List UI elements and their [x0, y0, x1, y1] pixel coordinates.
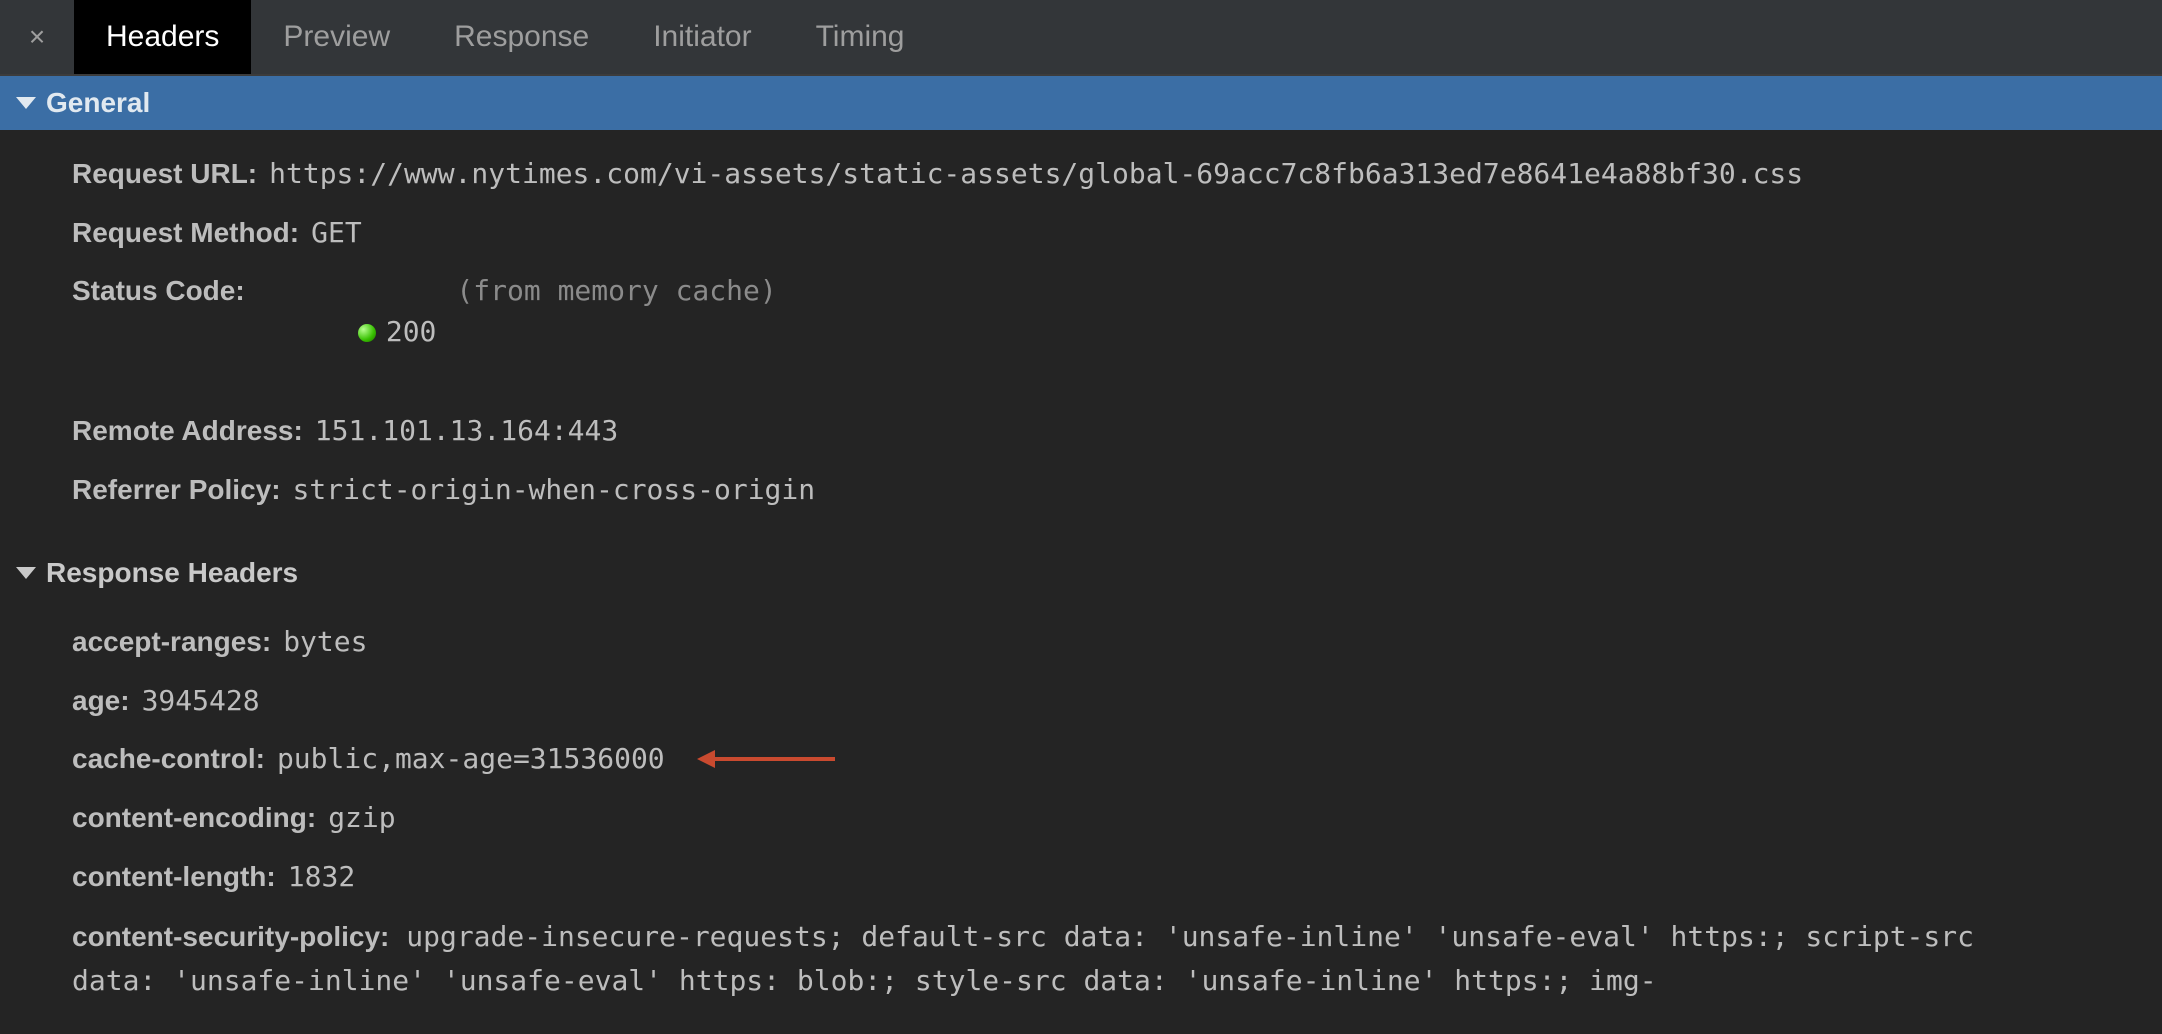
row-request-method: Request Method: GET	[72, 213, 2162, 254]
row-remote-address: Remote Address: 151.101.13.164:443	[72, 411, 2162, 452]
tab-label: Headers	[106, 20, 219, 54]
field-value: bytes	[283, 622, 367, 663]
row-cache-control: cache-control: public,max-age=31536000	[72, 739, 2162, 780]
arrow-left-icon	[697, 750, 835, 768]
status-dot-icon	[358, 324, 376, 342]
field-value: 200	[257, 271, 437, 393]
row-status-code: Status Code: 200 (from memory cache)	[72, 271, 2162, 393]
field-value: gzip	[328, 798, 395, 839]
tab-bar: × Headers Preview Response Initiator Tim…	[0, 0, 2162, 76]
field-value: 1832	[288, 857, 355, 898]
general-rows: Request URL: https://www.nytimes.com/vi-…	[0, 130, 2162, 528]
field-label: Request Method:	[72, 213, 299, 254]
field-value: https://www.nytimes.com/vi-assets/static…	[269, 154, 1803, 195]
field-label: Request URL:	[72, 154, 257, 195]
tab-headers[interactable]: Headers	[74, 0, 251, 74]
field-label: Status Code:	[72, 271, 245, 312]
field-label: accept-ranges:	[72, 622, 271, 663]
status-annotation: (from memory cache)	[456, 271, 776, 312]
field-label: content-length:	[72, 857, 276, 898]
row-accept-ranges: accept-ranges: bytes	[72, 622, 2162, 663]
tab-preview[interactable]: Preview	[251, 0, 422, 74]
field-label: cache-control:	[72, 739, 265, 780]
tab-label: Preview	[283, 20, 390, 54]
chevron-down-icon	[16, 567, 36, 579]
field-value: 151.101.13.164:443	[315, 411, 618, 452]
field-label: age:	[72, 681, 130, 722]
field-value: GET	[311, 213, 362, 254]
section-header-general[interactable]: General	[0, 76, 2162, 130]
field-value: 3945428	[142, 681, 260, 722]
status-code-value: 200	[386, 315, 437, 348]
field-value: strict-origin-when-cross-origin	[293, 470, 816, 511]
row-request-url: Request URL: https://www.nytimes.com/vi-…	[72, 154, 2162, 195]
tab-label: Timing	[816, 20, 905, 54]
tab-label: Response	[454, 20, 589, 54]
field-label: Referrer Policy:	[72, 470, 281, 511]
row-content-security-policy: content-security-policy: upgrade-insecur…	[72, 915, 2072, 1002]
tab-timing[interactable]: Timing	[784, 0, 937, 74]
field-label: Remote Address:	[72, 411, 303, 452]
row-referrer-policy: Referrer Policy: strict-origin-when-cros…	[72, 470, 2162, 511]
tab-initiator[interactable]: Initiator	[621, 0, 783, 74]
close-icon[interactable]: ×	[0, 0, 74, 74]
field-value: public,max-age=31536000	[277, 739, 665, 780]
field-label: content-security-policy:	[72, 921, 389, 952]
section-title: General	[46, 87, 150, 119]
row-age: age: 3945428	[72, 681, 2162, 722]
tab-label: Initiator	[653, 20, 751, 54]
tab-response[interactable]: Response	[422, 0, 621, 74]
response-headers-rows: accept-ranges: bytes age: 3945428 cache-…	[0, 598, 2162, 1020]
row-content-encoding: content-encoding: gzip	[72, 798, 2162, 839]
section-title: Response Headers	[46, 557, 298, 589]
chevron-down-icon	[16, 97, 36, 109]
field-label: content-encoding:	[72, 798, 316, 839]
section-header-response-headers[interactable]: Response Headers	[0, 548, 2162, 598]
row-content-length: content-length: 1832	[72, 857, 2162, 898]
